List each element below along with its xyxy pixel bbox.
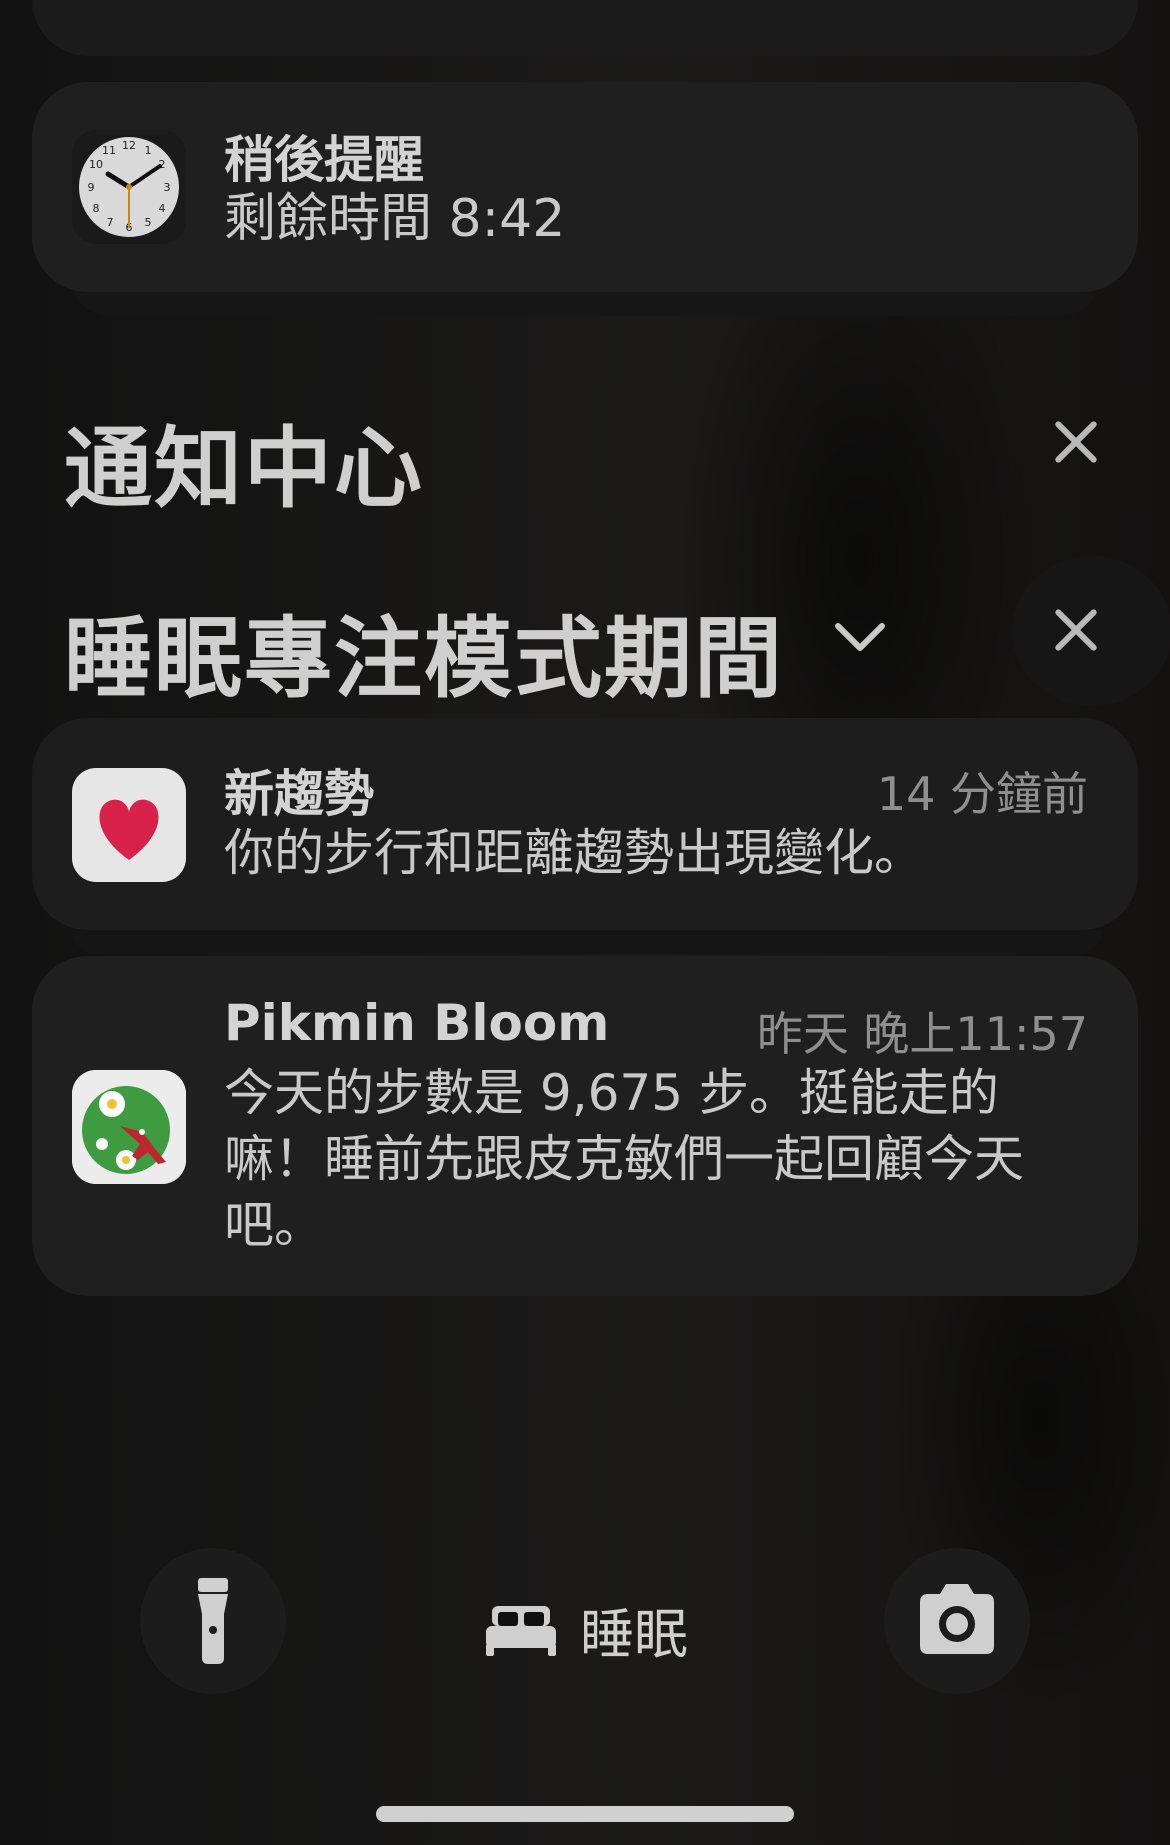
notification-title: Pikmin Bloom [224,994,610,1052]
pikmin-bloom-icon [72,1070,186,1184]
focus-section-title[interactable]: 睡眠專注模式期間 [64,588,784,715]
svg-text:3: 3 [164,181,171,194]
sleep-mode-label: 睡眠 [580,1603,688,1666]
notification-title: 新趨勢 [224,765,374,823]
svg-text:9: 9 [88,181,95,194]
svg-text:1: 1 [145,144,152,157]
bed-icon [486,1606,556,1656]
svg-text:7: 7 [107,216,114,229]
stacked-card-shadow [72,930,1102,954]
svg-text:12: 12 [122,139,136,152]
health-heart-icon [72,768,186,882]
camera-icon [920,1584,994,1654]
timer-subtitle: 剩餘時間 8:42 [224,189,566,249]
notification-time: 昨天 晚上11:57 [756,1007,1088,1061]
svg-text:4: 4 [159,202,166,215]
previous-notification-card[interactable] [32,0,1138,56]
notification-body: 你的步行和距離趨勢出現變化。 [224,824,924,882]
notification-center-title: 通知中心 [64,417,425,520]
svg-text:5: 5 [145,216,152,229]
notification-card[interactable]: Pikmin Bloom 昨天 晚上11:57 今天的步數是 9,675 步。挺… [32,956,1138,1296]
flashlight-icon [198,1578,228,1664]
notification-card[interactable]: 新趨勢 14 分鐘前 你的步行和距離趨勢出現變化。 [32,718,1138,930]
clock-icon: 1212 345 678 91011 [72,130,186,244]
timer-title: 稍後提醒 [224,131,424,189]
notification-time: 14 分鐘前 [876,767,1088,821]
notification-body: 今天的步數是 9,675 步。挺能走的嘛！睡前先跟皮克敏們一起回顧今天吧。 [224,1064,1024,1254]
close-icon[interactable] [1046,600,1106,660]
svg-text:8: 8 [93,202,100,215]
camera-button[interactable] [884,1548,1030,1694]
timer-notification-card[interactable]: 1212 345 678 91011 稍後提醒 剩餘時間 8:42 [32,82,1138,292]
svg-text:10: 10 [89,158,103,171]
svg-text:11: 11 [102,144,116,157]
chevron-down-icon[interactable] [832,608,888,664]
flashlight-button[interactable] [140,1548,286,1694]
home-indicator[interactable] [376,1806,794,1822]
close-icon[interactable] [1046,412,1106,472]
